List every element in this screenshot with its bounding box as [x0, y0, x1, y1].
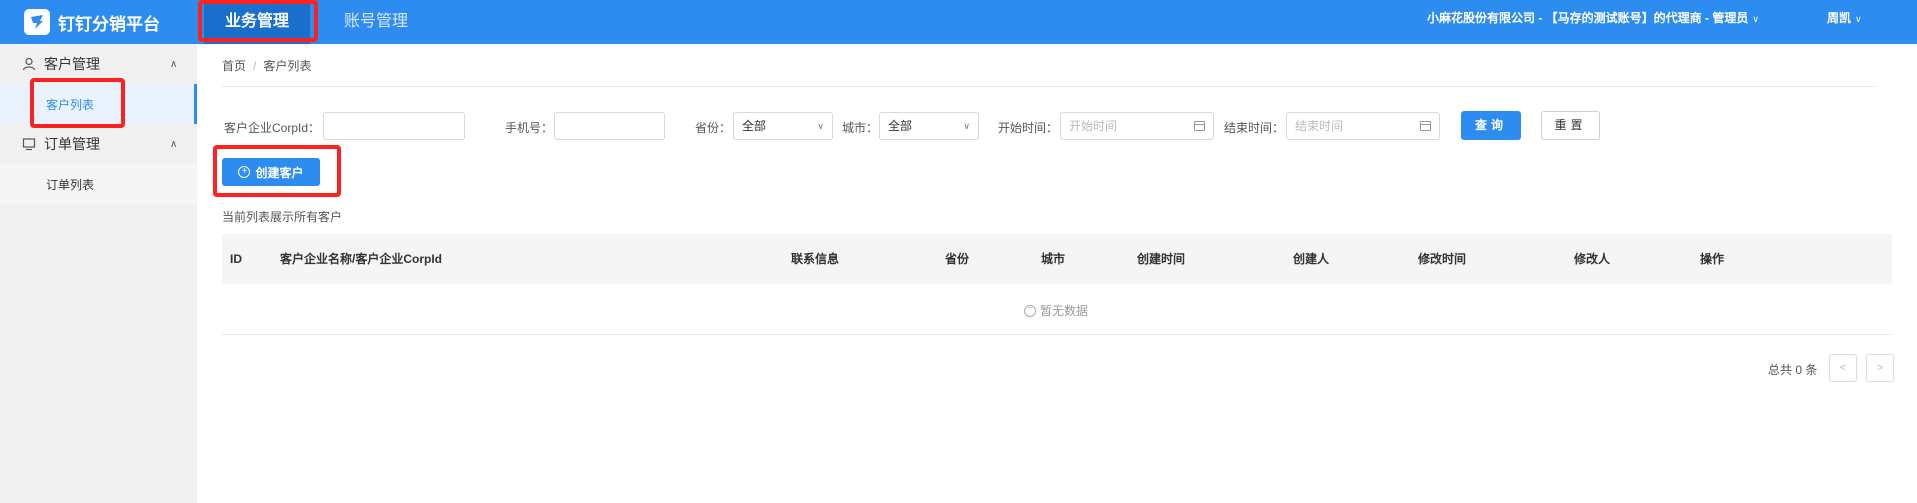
province-value: 全部	[742, 119, 767, 133]
empty-text: 暂无数据	[1040, 304, 1089, 318]
pagination-total: 总共 0 条	[1768, 363, 1818, 377]
end-time-picker[interactable]: 结束时间	[1286, 112, 1440, 140]
empty-state: ˜ 暂无数据	[1024, 302, 1088, 319]
top-navbar: 钉钉分销平台 业务管理 账号管理 小麻花股份有限公司 - 【马存的测试账号】的代…	[0, 0, 1917, 44]
list-hint: 当前列表展示所有客户	[222, 210, 343, 224]
nav-account-management[interactable]: 账号管理	[344, 0, 408, 44]
user-icon	[22, 57, 36, 71]
chevron-down-icon: ∨	[1855, 14, 1862, 24]
sidebar-group-label: 客户管理	[44, 56, 100, 72]
chevron-up-icon: ∧	[170, 138, 178, 150]
app-title: 钉钉分销平台	[58, 14, 160, 34]
table-header: ID 客户企业名称/客户企业CorpId 联系信息 省份 城市 创建时间 创建人…	[222, 234, 1892, 284]
phone-label: 手机号：	[505, 121, 554, 135]
chevron-down-icon: ∨	[1752, 14, 1759, 24]
prev-page-button[interactable]: <	[1829, 354, 1857, 382]
corpid-input[interactable]	[323, 112, 465, 140]
column-header[interactable]: 创建时间	[1137, 234, 1185, 284]
column-header[interactable]: 客户企业名称/客户企业CorpId	[280, 234, 442, 284]
sidebar-group-label: 订单管理	[44, 136, 100, 152]
city-select[interactable]: 全部 ∨	[879, 112, 979, 140]
org-switcher[interactable]: 小麻花股份有限公司 - 【马存的测试账号】的代理商 - 管理员 ∨	[1427, 0, 1759, 36]
province-select[interactable]: 全部 ∨	[733, 112, 833, 140]
end-time-label: 结束时间：	[1224, 121, 1285, 135]
dingtalk-logo-icon	[24, 9, 50, 35]
next-page-button[interactable]: >	[1866, 354, 1894, 382]
city-value: 全部	[888, 119, 913, 133]
column-header[interactable]: 修改时间	[1418, 234, 1466, 284]
sidebar-item-customer-list[interactable]: 客户列表	[0, 84, 197, 124]
column-header[interactable]: 创建人	[1293, 234, 1329, 284]
sidebar-item-order-list[interactable]: 订单列表	[0, 164, 197, 204]
chevron-down-icon: ∨	[817, 121, 824, 131]
sidebar-item-label: 订单列表	[46, 177, 95, 192]
chevron-up-icon: ∧	[170, 58, 178, 70]
corpid-label: 客户企业CorpId：	[224, 121, 321, 135]
monitor-icon	[22, 138, 36, 151]
divider	[222, 86, 1875, 87]
breadcrumb: 首页 / 客户列表	[222, 57, 311, 74]
sidebar: 客户管理 ∧ 客户列表 订单管理 ∧ 订单列表	[0, 44, 197, 503]
user-name: 周凯	[1827, 11, 1852, 25]
nav-business-management[interactable]: 业务管理	[204, 0, 310, 44]
calendar-icon	[1194, 121, 1205, 131]
create-customer-button[interactable]: + 创建客户	[222, 158, 320, 186]
calendar-icon	[1420, 121, 1431, 131]
reset-button[interactable]: 重置	[1541, 111, 1600, 140]
start-time-picker[interactable]: 开始时间	[1060, 112, 1214, 140]
breadcrumb-separator: /	[253, 59, 257, 73]
breadcrumb-home[interactable]: 首页	[222, 59, 246, 73]
org-info-text: 小麻花股份有限公司 - 【马存的测试账号】的代理商 - 管理员	[1427, 11, 1749, 25]
column-header[interactable]: 联系信息	[791, 234, 839, 284]
brand[interactable]: 钉钉分销平台	[24, 8, 160, 36]
start-time-placeholder: 开始时间	[1069, 119, 1118, 133]
sidebar-item-label: 客户列表	[46, 97, 95, 112]
breadcrumb-current: 客户列表	[263, 59, 312, 73]
column-header[interactable]: 省份	[945, 234, 969, 284]
city-label: 城市：	[842, 121, 879, 135]
frown-icon: ˜	[1024, 304, 1036, 317]
query-button[interactable]: 查询	[1461, 111, 1521, 140]
column-header[interactable]: 城市	[1041, 234, 1065, 284]
sidebar-group-customers[interactable]: 客户管理 ∧	[0, 44, 197, 84]
column-header[interactable]: 修改人	[1574, 234, 1610, 284]
sidebar-group-orders[interactable]: 订单管理 ∧	[0, 124, 197, 164]
create-customer-label: 创建客户	[255, 165, 304, 180]
column-header[interactable]: ID	[230, 234, 242, 284]
start-time-label: 开始时间：	[998, 121, 1059, 135]
end-time-placeholder: 结束时间	[1295, 119, 1344, 133]
plus-circle-icon: +	[238, 166, 251, 178]
column-header[interactable]: 操作	[1700, 234, 1724, 284]
phone-input[interactable]	[554, 112, 665, 140]
chevron-down-icon: ∨	[963, 121, 970, 131]
province-label: 省份：	[695, 121, 732, 135]
table-bottom-border	[222, 334, 1892, 335]
user-menu[interactable]: 周凯 ∨	[1827, 0, 1862, 36]
